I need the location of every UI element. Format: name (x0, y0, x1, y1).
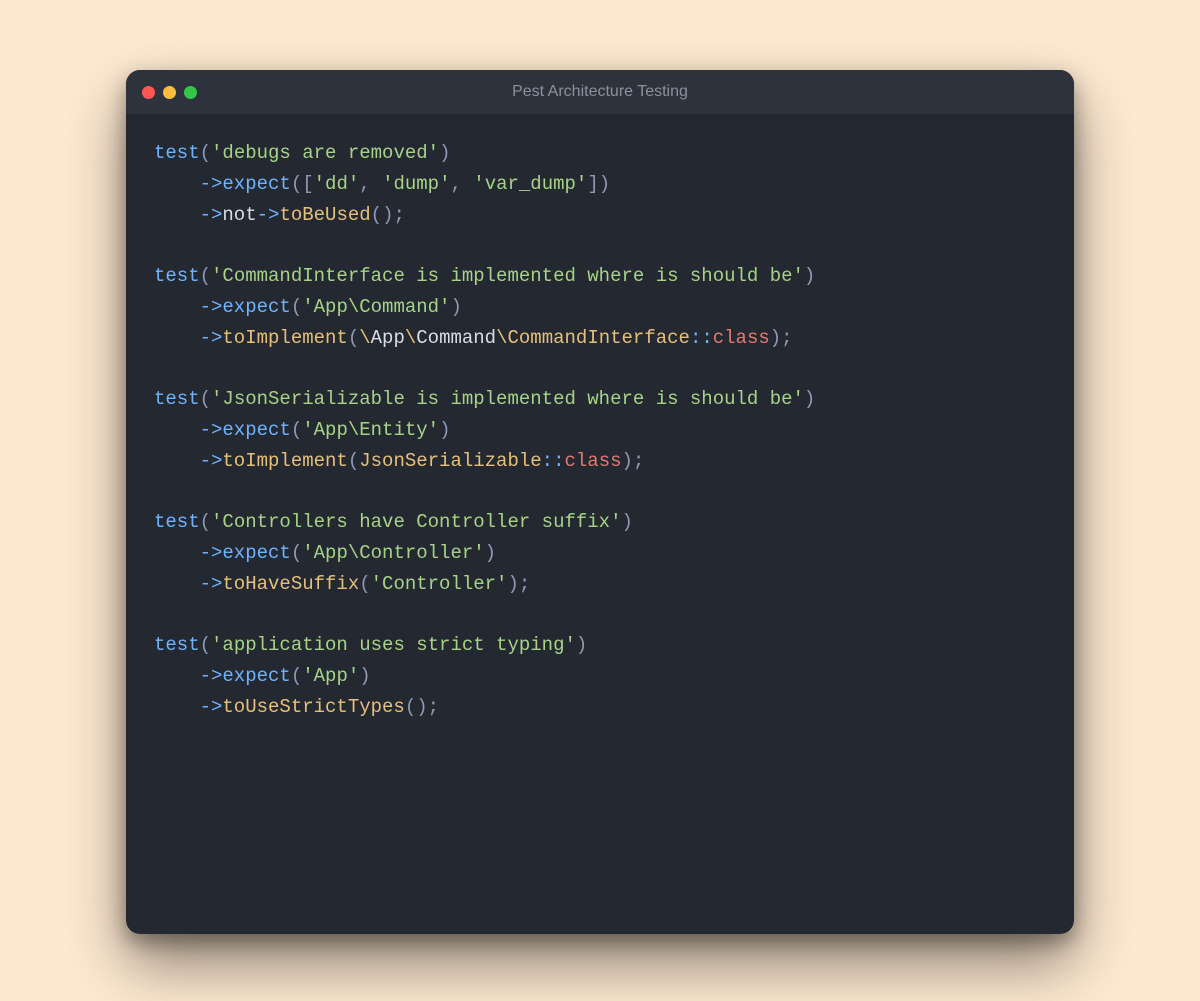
arrow-op: -> (200, 327, 223, 349)
paren-close: ) (382, 204, 393, 226)
ns-sep: \ (359, 327, 370, 349)
fn-expect: expect (222, 542, 290, 564)
ns-sep: \ (496, 327, 507, 349)
paren-open: ( (291, 296, 302, 318)
class-name: JsonSerializable (359, 450, 541, 472)
arrow-op: -> (257, 204, 280, 226)
fn-test: test (154, 634, 200, 656)
ns-interface: CommandInterface (508, 327, 690, 349)
paren-open: ( (200, 634, 211, 656)
comma: , (450, 173, 473, 195)
paren-open: ( (348, 327, 359, 349)
prop-not: not (222, 204, 256, 226)
paren-close: ) (804, 265, 815, 287)
paren-open: ( (200, 388, 211, 410)
paren-open: ( (359, 573, 370, 595)
paren-close: ) (439, 419, 450, 441)
array-item: 'dd' (314, 173, 360, 195)
fn-test: test (154, 265, 200, 287)
paren-open: ( (200, 265, 211, 287)
ns-app: App (371, 327, 405, 349)
expect-arg: 'App\Entity' (302, 419, 439, 441)
test2-description: 'CommandInterface is implemented where i… (211, 265, 804, 287)
semicolon: ; (393, 204, 404, 226)
arrow-op: -> (200, 204, 223, 226)
kw-class: class (713, 327, 770, 349)
scope-op: :: (690, 327, 713, 349)
bracket-close: ] (587, 173, 598, 195)
paren-open: ( (405, 696, 416, 718)
arrow-op: -> (200, 296, 223, 318)
method-toImplement: toImplement (222, 450, 347, 472)
fn-test: test (154, 142, 200, 164)
arrow-op: -> (200, 573, 223, 595)
array-item: 'var_dump' (473, 173, 587, 195)
method-toBeUsed: toBeUsed (279, 204, 370, 226)
code-window: Pest Architecture Testing test('debugs a… (126, 70, 1074, 934)
expect-arg: 'App\Command' (302, 296, 450, 318)
semicolon: ; (428, 696, 439, 718)
test5-description: 'application uses strict typing' (211, 634, 576, 656)
paren-open: ( (200, 142, 211, 164)
arrow-op: -> (200, 173, 223, 195)
paren-open: ( (291, 542, 302, 564)
fn-test: test (154, 511, 200, 533)
arrow-op: -> (200, 665, 223, 687)
paren-close: ) (507, 573, 518, 595)
semicolon: ; (781, 327, 792, 349)
minimize-icon[interactable] (163, 86, 176, 99)
zoom-icon[interactable] (184, 86, 197, 99)
test1-description: 'debugs are removed' (211, 142, 439, 164)
code-block: test('debugs are removed') ->expect(['dd… (126, 114, 1074, 751)
method-toImplement: toImplement (222, 327, 347, 349)
ns-command: Command (416, 327, 496, 349)
paren-close: ) (439, 142, 450, 164)
array-item: 'dump' (382, 173, 450, 195)
paren-close: ) (622, 450, 633, 472)
close-icon[interactable] (142, 86, 155, 99)
paren-close: ) (359, 665, 370, 687)
paren-close: ) (450, 296, 461, 318)
kw-class: class (564, 450, 621, 472)
fn-expect: expect (222, 665, 290, 687)
paren-close: ) (576, 634, 587, 656)
paren-close: ) (621, 511, 632, 533)
test3-description: 'JsonSerializable is implemented where i… (211, 388, 804, 410)
arrow-op: -> (200, 450, 223, 472)
fn-expect: expect (222, 296, 290, 318)
ns-sep: \ (405, 327, 416, 349)
paren-open: ( (291, 419, 302, 441)
comma: , (359, 173, 382, 195)
arrow-op: -> (200, 542, 223, 564)
paren-close: ) (804, 388, 815, 410)
bracket-open: [ (302, 173, 313, 195)
method-toUseStrictTypes: toUseStrictTypes (222, 696, 404, 718)
arrow-op: -> (200, 696, 223, 718)
semicolon: ; (633, 450, 644, 472)
expect-arg: 'App' (302, 665, 359, 687)
paren-open: ( (200, 511, 211, 533)
fn-expect: expect (222, 173, 290, 195)
suffix-arg: 'Controller' (371, 573, 508, 595)
window-titlebar: Pest Architecture Testing (126, 70, 1074, 114)
paren-open: ( (348, 450, 359, 472)
test4-description: 'Controllers have Controller suffix' (211, 511, 621, 533)
paren-close: ) (770, 327, 781, 349)
scope-op: :: (542, 450, 565, 472)
semicolon: ; (519, 573, 530, 595)
paren-open: ( (371, 204, 382, 226)
paren-open: ( (291, 173, 302, 195)
expect-arg: 'App\Controller' (302, 542, 484, 564)
method-toHaveSuffix: toHaveSuffix (222, 573, 359, 595)
fn-test: test (154, 388, 200, 410)
arrow-op: -> (200, 419, 223, 441)
traffic-lights (142, 70, 197, 114)
paren-close: ) (599, 173, 610, 195)
fn-expect: expect (222, 419, 290, 441)
paren-close: ) (416, 696, 427, 718)
paren-close: ) (485, 542, 496, 564)
window-title: Pest Architecture Testing (512, 83, 688, 101)
paren-open: ( (291, 665, 302, 687)
